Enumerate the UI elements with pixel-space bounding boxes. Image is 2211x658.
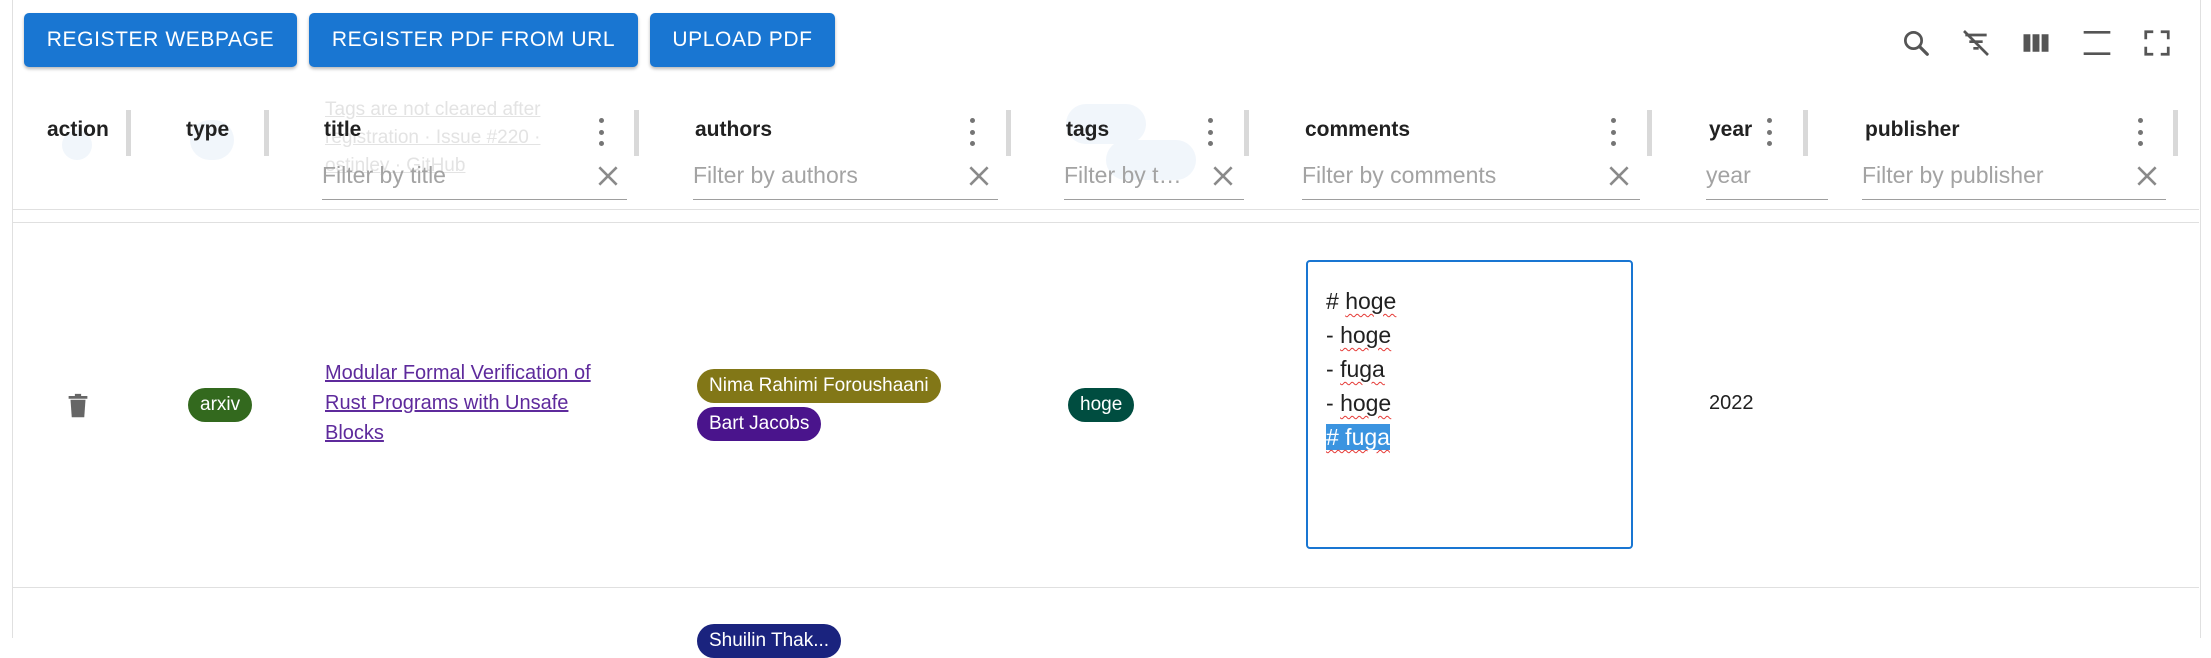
tag-chip[interactable]: hoge [1068,388,1135,422]
title-filter [322,155,627,200]
publisher-filter-input[interactable] [1862,155,2166,195]
year-cell: 2022 [1709,392,1754,414]
column-header-title[interactable]: title [324,118,361,142]
tags-filter-input[interactable] [1064,155,1194,195]
authors-filter [693,155,998,200]
column-separator[interactable] [1647,110,1652,156]
clear-icon[interactable] [1606,163,1632,189]
author-chip[interactable]: Shuilin Thak... [697,624,842,658]
column-menu-icon[interactable] [969,118,975,146]
register-webpage-button[interactable]: REGISTER WEBPAGE [24,13,297,67]
clear-icon[interactable] [2134,163,2160,189]
fullscreen-icon[interactable] [2136,22,2178,64]
selected-text: # fuga [1326,424,1390,450]
tags-filter [1064,155,1244,200]
column-separator[interactable] [1803,110,1808,156]
column-menu-icon[interactable] [1610,118,1616,146]
type-chip: arxiv [188,388,253,422]
year-filter [1706,155,1828,200]
register-pdf-from-url-button[interactable]: REGISTER PDF FROM URL [309,13,638,67]
comments-filter-input[interactable] [1302,155,1640,195]
clear-icon[interactable] [1210,163,1236,189]
title-filter-input[interactable] [322,155,627,195]
author-chip[interactable]: Bart Jacobs [697,407,822,441]
density-icon[interactable] [2076,22,2118,64]
column-separator[interactable] [634,110,639,156]
header-divider [12,222,2199,223]
header-divider [12,209,2199,210]
authors-filter-input[interactable] [693,155,998,195]
column-header-tags[interactable]: tags [1066,118,1109,142]
column-menu-icon[interactable] [2137,118,2143,146]
columns-icon[interactable] [2015,22,2057,64]
column-header-type[interactable]: type [186,118,229,142]
clear-icon[interactable] [966,163,992,189]
column-separator[interactable] [264,110,269,156]
column-header-action[interactable]: action [47,118,109,142]
column-separator[interactable] [2173,110,2178,156]
upload-pdf-button[interactable]: UPLOAD PDF [650,13,835,67]
comments-editor[interactable]: # hoge - hoge - fuga - hoge # fuga [1306,260,1633,549]
search-icon[interactable] [1895,22,1937,64]
toolbar: REGISTER WEBPAGE REGISTER PDF FROM URL U… [0,0,2211,82]
clear-icon[interactable] [595,163,621,189]
column-menu-icon[interactable] [1766,118,1772,146]
column-menu-icon[interactable] [598,118,604,146]
year-filter-input[interactable] [1706,155,1828,195]
publisher-filter [1862,155,2166,200]
column-header-year[interactable]: year [1709,118,1752,142]
column-header-comments[interactable]: comments [1305,118,1410,142]
column-header-publisher[interactable]: publisher [1865,118,1960,142]
author-chip[interactable]: Nima Rahimi Foroushaani [697,369,941,403]
column-header-authors[interactable]: authors [695,118,772,142]
column-menu-icon[interactable] [1207,118,1213,146]
comments-filter [1302,155,1640,200]
column-separator[interactable] [126,110,131,156]
row-divider [12,587,2199,588]
column-separator[interactable] [1006,110,1011,156]
filter-off-icon[interactable] [1955,22,1997,64]
delete-icon[interactable] [63,391,93,421]
paper-title-link[interactable]: Modular Formal Verification of Rust Prog… [325,358,591,448]
column-separator[interactable] [1244,110,1249,156]
